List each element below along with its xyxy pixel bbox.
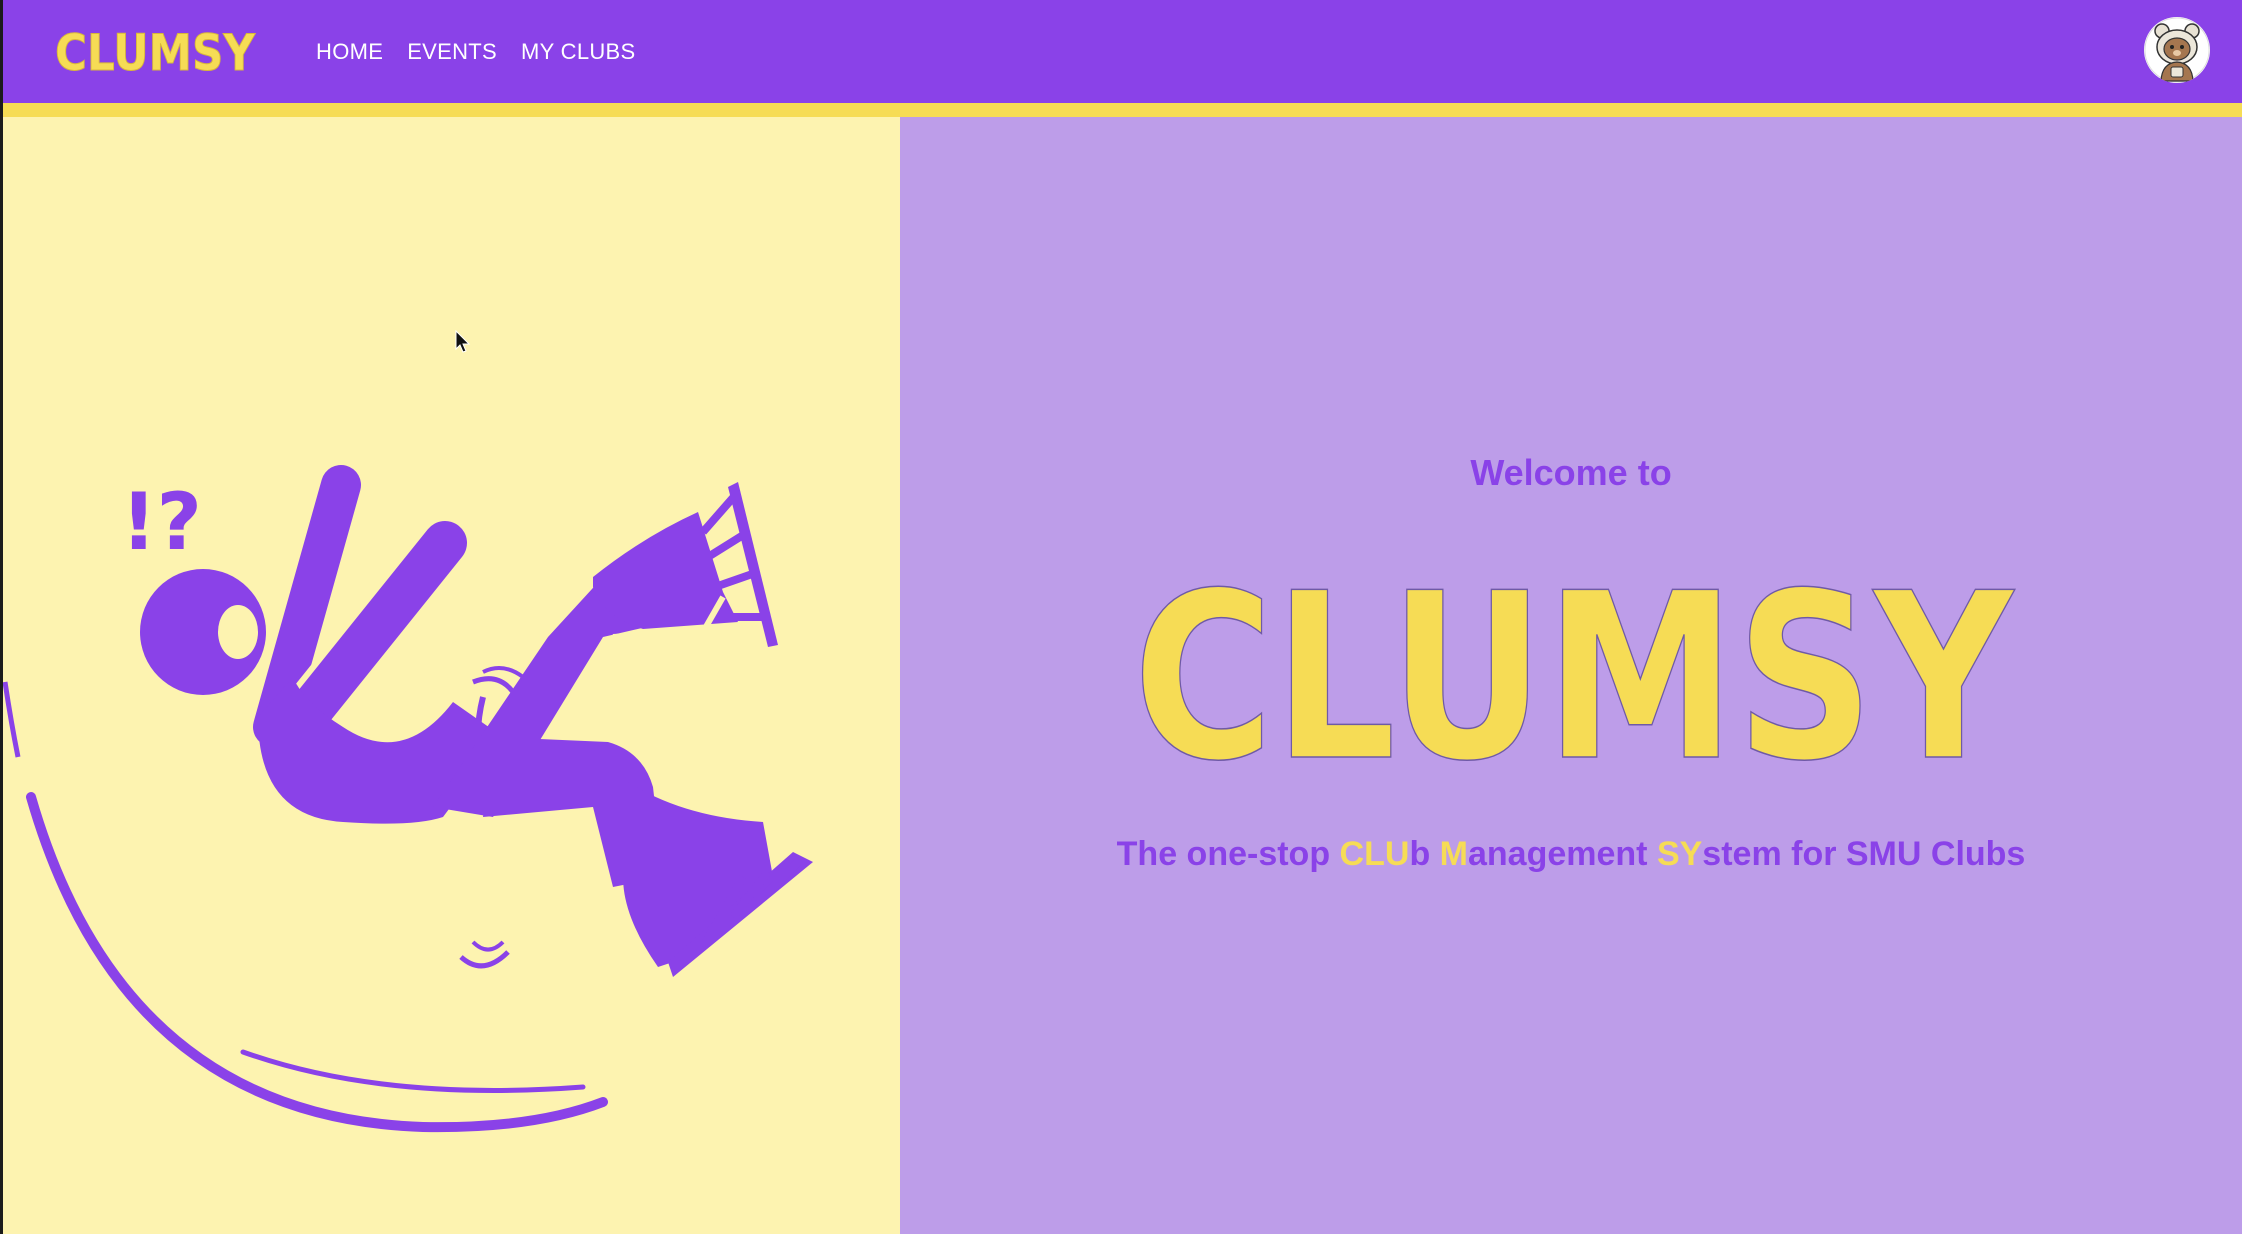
tagline-highlight-clu: CLU bbox=[1339, 835, 1410, 873]
falling-skater-icon: !? bbox=[3, 465, 813, 1133]
tagline-highlight-sy: SY bbox=[1656, 835, 1703, 873]
nav-my-clubs[interactable]: MY CLUBS bbox=[521, 39, 635, 65]
tagline-part-1: The one-stop bbox=[1116, 835, 1340, 873]
tagline-part-2: b bbox=[1409, 835, 1440, 873]
illustration-exclaim: !? bbox=[121, 478, 202, 568]
clumsy-hero-logo: CLUMSY bbox=[1132, 557, 2016, 777]
hero-logo-text: CLUMSY bbox=[1133, 557, 2015, 777]
nav-events[interactable]: EVENTS bbox=[407, 39, 497, 65]
mouse-cursor-icon bbox=[455, 330, 471, 353]
user-avatar-icon[interactable] bbox=[2144, 17, 2210, 83]
tagline-part-3: anagement bbox=[1467, 835, 1657, 873]
logo-text: CLUMSY bbox=[55, 24, 256, 82]
welcome-panel: Welcome to CLUMSY The one-stop CLUb Mana… bbox=[900, 117, 2242, 1234]
tagline-part-4: stem for SMU Clubs bbox=[1702, 835, 2026, 873]
app-root: CLUMSY HOME EVENTS MY CLUBS !? Welcome t… bbox=[3, 0, 2242, 1234]
clumsy-logo[interactable]: CLUMSY bbox=[53, 16, 258, 83]
nav-links: HOME EVENTS MY CLUBS bbox=[316, 0, 660, 103]
tagline: The one-stop CLUb Management SYstem for … bbox=[900, 835, 2242, 874]
welcome-heading: Welcome to bbox=[1470, 452, 1672, 493]
illustration-panel: !? bbox=[3, 117, 900, 1234]
tagline-highlight-m: M bbox=[1439, 835, 1468, 873]
nav-home[interactable]: HOME bbox=[316, 39, 383, 65]
top-navbar: CLUMSY HOME EVENTS MY CLUBS bbox=[3, 0, 2242, 117]
